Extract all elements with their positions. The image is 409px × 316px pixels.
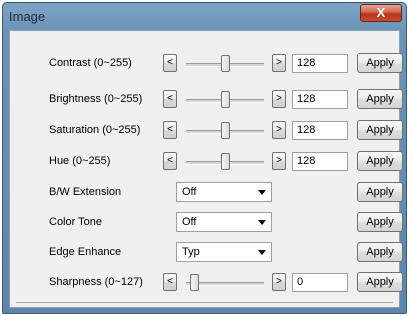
bw-extension-row: B/W Extension Off Apply (10, 182, 403, 206)
hue-label: Hue (0~255) (49, 155, 111, 167)
sharpness-row: Sharpness (0~127) < > 0 Apply (10, 272, 403, 296)
brightness-increment-button[interactable]: > (272, 90, 286, 108)
contrast-decrement-button[interactable]: < (163, 54, 177, 72)
color-tone-apply-button[interactable]: Apply (357, 212, 403, 232)
saturation-value-field[interactable]: 128 (292, 121, 348, 140)
image-settings-window: Image X Contrast (0~255) < > 128 Apply B… (2, 2, 407, 314)
contrast-increment-button[interactable]: > (272, 54, 286, 72)
saturation-decrement-button[interactable]: < (163, 121, 177, 139)
sharpness-decrement-button[interactable]: < (163, 273, 177, 291)
edge-enhance-label: Edge Enhance (49, 246, 122, 258)
edge-enhance-apply-button[interactable]: Apply (357, 242, 403, 262)
saturation-apply-button[interactable]: Apply (357, 120, 403, 140)
saturation-label: Saturation (0~255) (49, 124, 141, 136)
hue-slider-thumb[interactable] (221, 153, 230, 170)
settings-panel: Contrast (0~255) < > 128 Apply Brightnes… (9, 30, 403, 308)
hue-apply-button[interactable]: Apply (357, 151, 403, 171)
sharpness-value-field[interactable]: 0 (292, 273, 348, 292)
hue-row: Hue (0~255) < > 128 Apply (10, 151, 403, 175)
brightness-value-field[interactable]: 128 (292, 90, 348, 109)
title-bar[interactable]: Image X (3, 3, 406, 29)
edge-enhance-select[interactable]: Typ (176, 242, 272, 262)
hue-decrement-button[interactable]: < (163, 152, 177, 170)
bw-extension-apply-button[interactable]: Apply (357, 182, 403, 202)
hue-increment-button[interactable]: > (272, 152, 286, 170)
window-title: Image (9, 9, 46, 24)
sharpness-label: Sharpness (0~127) (49, 276, 143, 288)
bw-extension-select[interactable]: Off (176, 182, 272, 202)
saturation-slider-thumb[interactable] (221, 122, 230, 139)
brightness-label: Brightness (0~255) (49, 93, 143, 105)
color-tone-selected-value: Off (182, 216, 197, 228)
dropdown-arrow-icon (258, 220, 266, 225)
bw-extension-label: B/W Extension (49, 186, 122, 198)
sharpness-increment-button[interactable]: > (272, 273, 286, 291)
brightness-decrement-button[interactable]: < (163, 90, 177, 108)
dropdown-arrow-icon (258, 190, 266, 195)
color-tone-label: Color Tone (49, 216, 102, 228)
brightness-apply-button[interactable]: Apply (357, 89, 403, 109)
contrast-apply-button[interactable]: Apply (357, 53, 403, 73)
brightness-row: Brightness (0~255) < > 128 Apply (10, 89, 403, 113)
brightness-slider-thumb[interactable] (221, 91, 230, 108)
saturation-row: Saturation (0~255) < > 128 Apply (10, 120, 403, 144)
hue-value-field[interactable]: 128 (292, 152, 348, 171)
contrast-slider-thumb[interactable] (221, 55, 230, 72)
sharpness-slider-thumb[interactable] (190, 274, 199, 291)
close-icon: X (376, 5, 386, 20)
dropdown-arrow-icon (258, 250, 266, 255)
bw-extension-selected-value: Off (182, 186, 197, 198)
sharpness-apply-button[interactable]: Apply (357, 272, 403, 292)
contrast-value-field[interactable]: 128 (292, 54, 348, 73)
saturation-increment-button[interactable]: > (272, 121, 286, 139)
close-button[interactable]: X (360, 4, 402, 22)
color-tone-select[interactable]: Off (176, 212, 272, 232)
bottom-divider (16, 302, 393, 303)
color-tone-row: Color Tone Off Apply (10, 212, 403, 236)
contrast-label: Contrast (0~255) (49, 57, 132, 69)
edge-enhance-row: Edge Enhance Typ Apply (10, 242, 403, 266)
edge-enhance-selected-value: Typ (182, 246, 200, 258)
contrast-row: Contrast (0~255) < > 128 Apply (10, 53, 403, 77)
